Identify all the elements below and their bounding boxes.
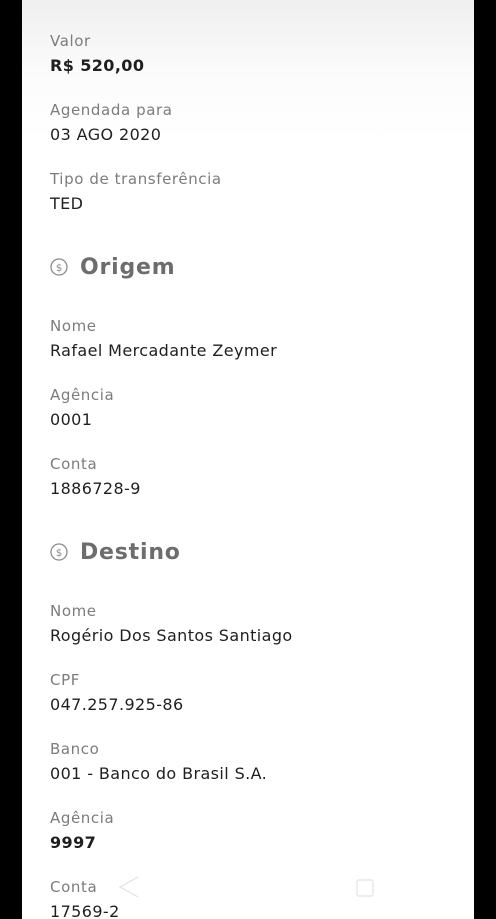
origin-branch-field: Agência 0001 xyxy=(50,386,114,429)
amount-label: Valor xyxy=(50,32,91,50)
back-nav-icon xyxy=(118,876,139,898)
transfer-receipt: Valor R$ 520,00 Agendada para 03 AGO 202… xyxy=(22,0,474,919)
destination-name-label: Nome xyxy=(50,602,97,620)
origin-account-field: Conta 1886728-9 xyxy=(50,455,141,498)
origin-account-label: Conta xyxy=(50,455,98,473)
dollar-coin-icon: $ xyxy=(50,543,68,561)
destination-account-label: Conta xyxy=(50,878,98,896)
recent-apps-nav-icon xyxy=(356,879,374,897)
destination-account-field: Conta 17569-2 xyxy=(50,878,120,919)
destination-cpf-field: CPF 047.257.925-86 xyxy=(50,671,184,714)
origin-account-value: 1886728-9 xyxy=(50,479,141,498)
destination-bank-field: Banco 001 - Banco do Brasil S.A. xyxy=(50,740,267,783)
origin-branch-label: Agência xyxy=(50,386,115,404)
transfer-type-field: Tipo de transferência TED xyxy=(50,170,222,213)
origin-branch-value: 0001 xyxy=(50,410,93,429)
origin-heading: Origem xyxy=(80,254,176,280)
destination-cpf-value: 047.257.925-86 xyxy=(50,695,184,714)
destination-branch-label: Agência xyxy=(50,809,115,827)
screen-frame: Valor R$ 520,00 Agendada para 03 AGO 202… xyxy=(0,0,496,919)
svg-text:$: $ xyxy=(56,263,62,274)
origin-name-field: Nome Rafael Mercadante Zeymer xyxy=(50,317,277,360)
destination-section-header: $ Destino xyxy=(50,538,181,566)
transfer-type-value: TED xyxy=(50,194,84,213)
destination-branch-value: 9997 xyxy=(50,833,97,852)
destination-heading: Destino xyxy=(80,539,181,565)
origin-name-value: Rafael Mercadante Zeymer xyxy=(50,341,278,360)
scheduled-date-field: Agendada para 03 AGO 2020 xyxy=(50,101,173,144)
origin-section-header: $ Origem xyxy=(50,253,176,281)
dollar-coin-icon: $ xyxy=(50,258,68,276)
destination-bank-label: Banco xyxy=(50,740,100,758)
destination-account-value: 17569-2 xyxy=(50,902,120,919)
destination-name-value: Rogério Dos Santos Santiago xyxy=(50,626,293,645)
scheduled-date-label: Agendada para xyxy=(50,101,173,119)
amount-value: R$ 520,00 xyxy=(50,56,145,75)
amount-field: Valor R$ 520,00 xyxy=(50,32,144,75)
origin-name-label: Nome xyxy=(50,317,97,335)
destination-bank-value: 001 - Banco do Brasil S.A. xyxy=(50,764,268,783)
destination-branch-field: Agência 9997 xyxy=(50,809,114,852)
svg-text:$: $ xyxy=(56,548,62,559)
transfer-type-label: Tipo de transferência xyxy=(50,170,222,188)
scheduled-date-value: 03 AGO 2020 xyxy=(50,125,162,144)
destination-name-field: Nome Rogério Dos Santos Santiago xyxy=(50,602,293,645)
destination-cpf-label: CPF xyxy=(50,671,80,689)
